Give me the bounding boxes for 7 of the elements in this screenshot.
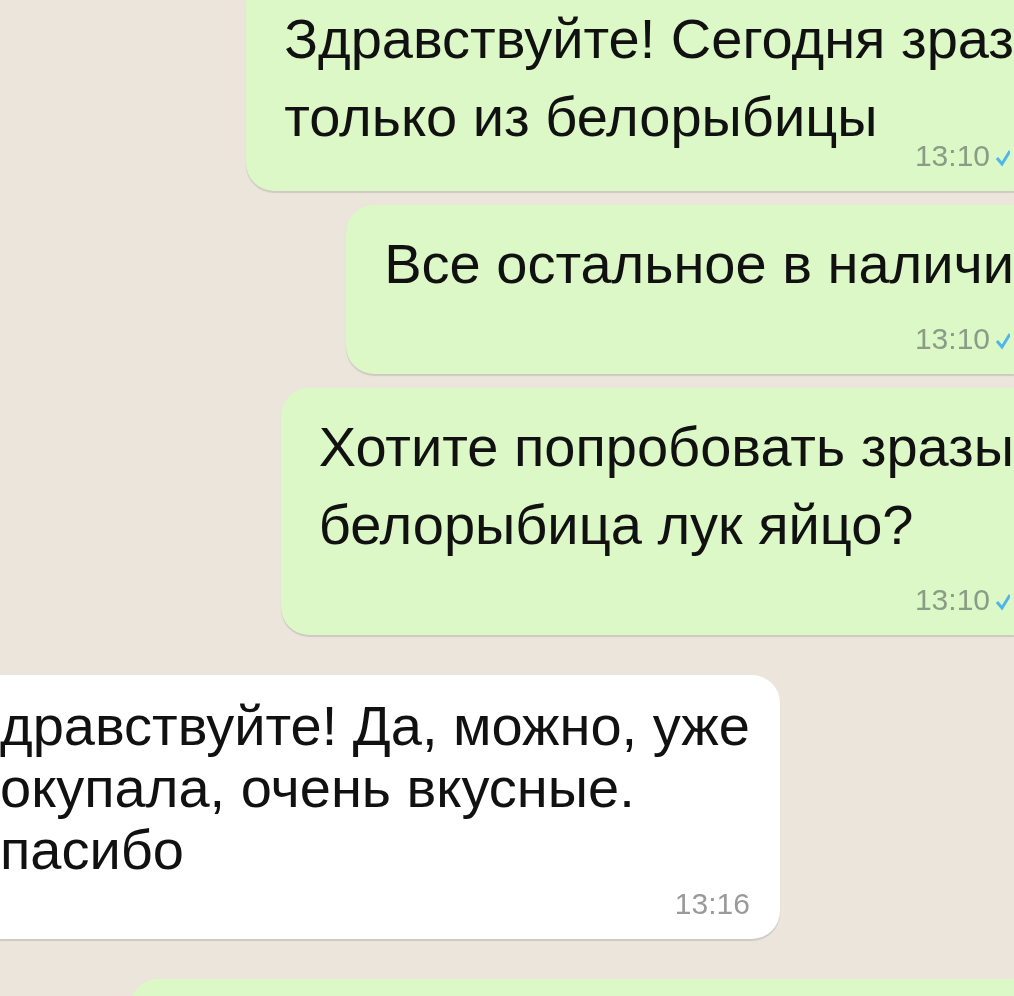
message-time: 13:10: [914, 582, 990, 618]
message-text: Все остальное в наличи: [384, 232, 1014, 295]
message-time: 13:10: [914, 321, 990, 357]
message-time: 13:10: [914, 138, 990, 174]
message-time: 13:16: [674, 886, 750, 922]
message-text: Хотите попробовать зразы белорыбица лук яйцо?: [318, 415, 1014, 556]
message-text: дравствуйте! Да, можно, уже окупала, очень вкусные. пасибо: [0, 694, 750, 881]
